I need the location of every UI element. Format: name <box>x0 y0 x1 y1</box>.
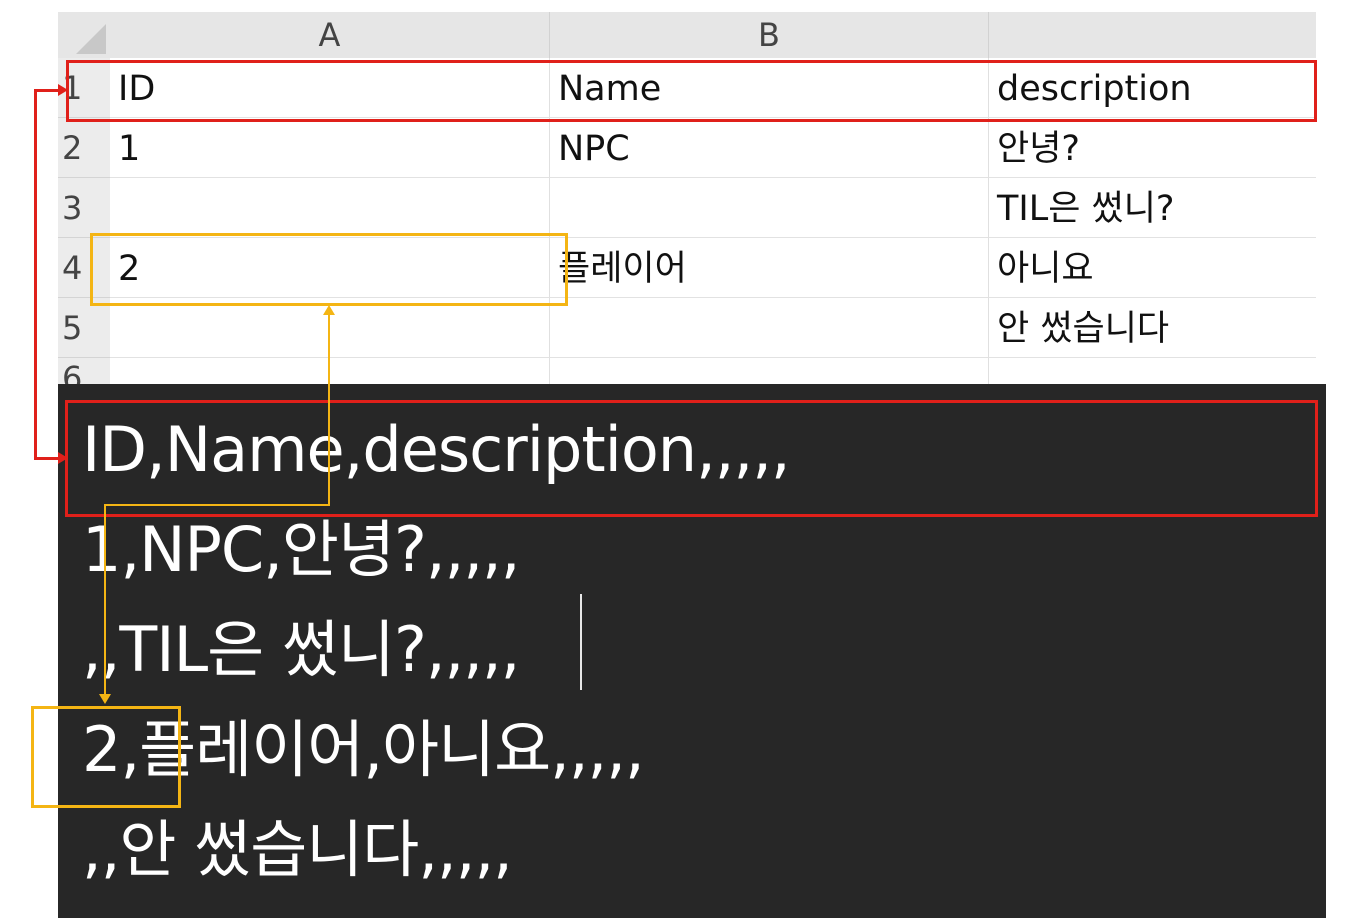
cell-a5[interactable] <box>110 298 550 358</box>
row-header-2[interactable]: 2 <box>58 118 110 178</box>
row-header-3[interactable]: 3 <box>58 178 110 238</box>
header-connector-top <box>34 89 60 92</box>
row-header-6[interactable]: 6 <box>58 358 110 384</box>
csv-line-2: 1,NPC,안녕?,,,,, <box>82 513 520 586</box>
cell-a1[interactable]: ID <box>110 58 550 118</box>
cell-c4[interactable]: 아니요 <box>989 238 1316 298</box>
header-connector-line <box>34 89 37 459</box>
row-header-5[interactable]: 5 <box>58 298 110 358</box>
cell-a3[interactable] <box>110 178 550 238</box>
csv-text-editor[interactable]: ID,Name,description,,,,, 1,NPC,안녕?,,,,, … <box>58 384 1326 918</box>
cell-c6[interactable] <box>989 358 1316 384</box>
csv-line-3: ,,TIL은 썼니?,,,,, <box>82 613 520 686</box>
cell-b3[interactable] <box>550 178 989 238</box>
csv-line-5: ,,안 썼습니다,,,,, <box>82 813 513 886</box>
cell-b1[interactable]: Name <box>550 58 989 118</box>
column-header-b[interactable]: B <box>550 12 989 58</box>
row-header-4[interactable]: 4 <box>58 238 110 298</box>
csv-line-1: ID,Name,description,,,,, <box>82 413 791 486</box>
cell-a4[interactable]: 2 <box>110 238 550 298</box>
cell-a2[interactable]: 1 <box>110 118 550 178</box>
row-header-1[interactable]: 1 <box>58 58 110 118</box>
select-all-corner[interactable] <box>58 12 110 58</box>
text-caret <box>580 594 582 690</box>
cell-b6[interactable] <box>550 358 989 384</box>
column-header-c[interactable]: C <box>989 12 1316 58</box>
spreadsheet-view: A B C 1 2 3 4 5 6 ID Name description 1 … <box>58 12 1316 384</box>
header-connector-bottom <box>34 457 60 460</box>
cell-c5[interactable]: 안 썼습니다 <box>989 298 1316 358</box>
cell-b2[interactable]: NPC <box>550 118 989 178</box>
csv-line-4: 2,플레이어,아니요,,,,, <box>82 713 645 786</box>
cell-a6[interactable] <box>110 358 550 384</box>
cell-c2[interactable]: 안녕? <box>989 118 1316 178</box>
cell-c1[interactable]: description <box>989 58 1316 118</box>
cell-b5[interactable] <box>550 298 989 358</box>
column-header-a[interactable]: A <box>110 12 550 58</box>
cell-b4[interactable]: 플레이어 <box>550 238 989 298</box>
cell-c3[interactable]: TIL은 썼니? <box>989 178 1316 238</box>
